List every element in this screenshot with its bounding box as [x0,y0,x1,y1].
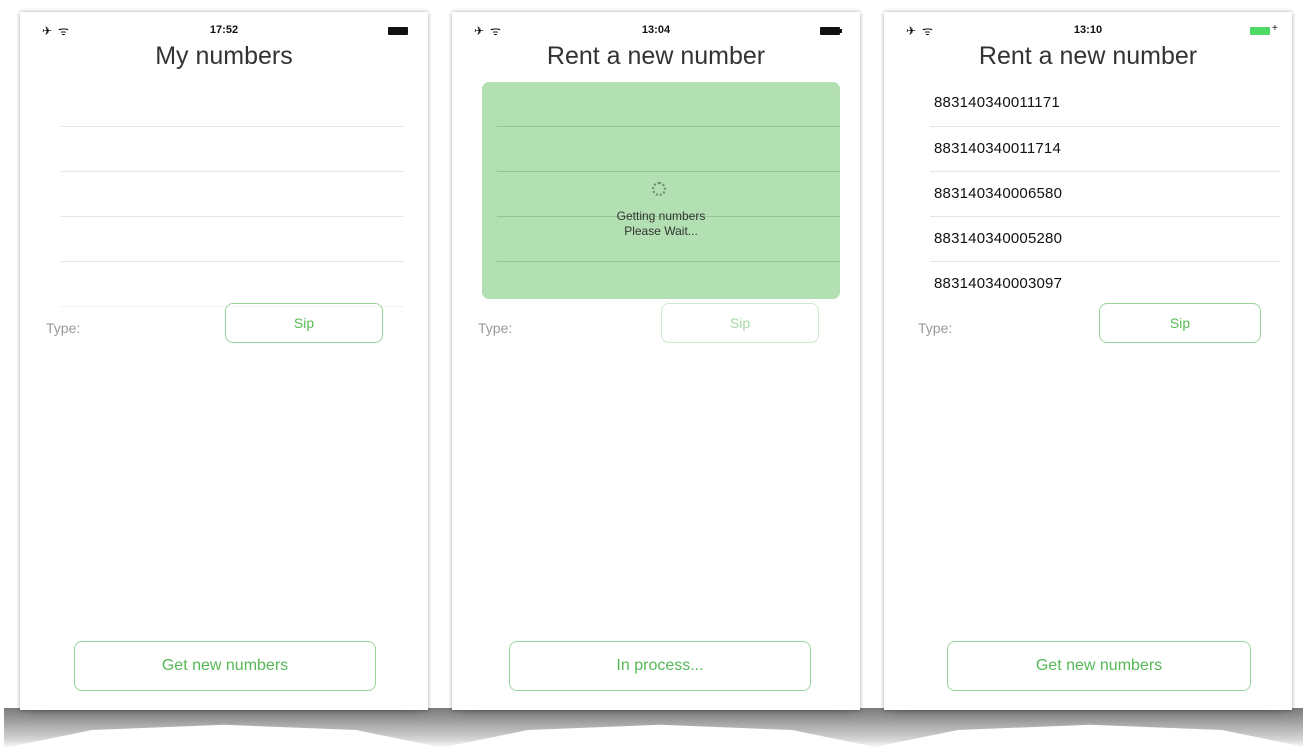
list-item[interactable] [61,262,404,307]
battery-icon [388,27,408,35]
loading-overlay: Getting numbers Please Wait... [482,82,840,299]
list-item[interactable]: 883140340003097 [930,262,1280,307]
phone-shadow [4,708,444,748]
status-time: 17:52 [209,24,239,36]
status-bar: ✈ ᯤ 17:52 [20,24,428,40]
type-label: Type: [478,320,513,336]
battery-tip [840,29,842,33]
type-selector-button[interactable]: Sip [661,303,819,343]
type-selector-button[interactable]: Sip [1099,303,1261,343]
battery-icon [820,27,840,35]
type-selector-button[interactable]: Sip [225,303,383,343]
page-title: Rent a new number [978,42,1198,70]
phone-screen-rent-loading: ✈ ᯤ 13:04 Rent a new number Getting numb… [452,12,860,710]
list-item [497,82,840,127]
status-time: 13:10 [1073,24,1103,36]
get-new-numbers-button[interactable]: Get new numbers [947,641,1251,691]
list-item[interactable]: 883140340006580 [930,172,1280,217]
phone-screen-my-numbers: ✈ ᯤ 17:52 My numbers Type: Sip Get new n… [20,12,428,710]
phone-number: 883140340003097 [934,275,1063,292]
numbers-list [61,82,404,307]
spinner-icon [652,182,666,196]
page-title: My numbers [155,42,293,70]
list-item[interactable]: 883140340011714 [930,127,1280,172]
list-item[interactable] [61,172,404,217]
phone-screen-rent-list: ✈ ᯤ 13:10 + Rent a new number 8831403400… [884,12,1292,710]
in-process-button[interactable]: In process... [509,641,811,691]
phone-shadow [870,708,1303,748]
page-title: Rent a new number [546,42,766,70]
get-new-numbers-button[interactable]: Get new numbers [74,641,376,691]
list-item[interactable]: 883140340005280 [930,217,1280,262]
status-bar: ✈ ᯤ 13:04 [452,24,860,40]
list-item[interactable]: 883140340011171 [930,82,1280,127]
list-item[interactable] [61,127,404,172]
loading-message: Getting numbers Please Wait... [482,209,840,239]
phone-number: 883140340005280 [934,230,1063,247]
charging-icon: + [1272,23,1278,34]
phone-number: 883140340011171 [934,94,1060,111]
list-item[interactable] [61,82,404,127]
loading-line-2: Please Wait... [624,224,698,238]
phone-number: 883140340006580 [934,185,1063,202]
phone-number: 883140340011714 [934,140,1062,157]
list-item [497,127,840,172]
status-bar: ✈ ᯤ 13:10 + [884,23,1292,40]
type-label: Type: [918,320,953,336]
list-item[interactable] [61,217,404,262]
phone-shadow [440,708,880,748]
status-time: 13:04 [641,24,671,36]
type-label: Type: [46,320,81,336]
numbers-list: 883140340011171 883140340011714 88314034… [930,82,1280,307]
battery-icon [1250,27,1270,35]
loading-line-1: Getting numbers [616,209,706,223]
